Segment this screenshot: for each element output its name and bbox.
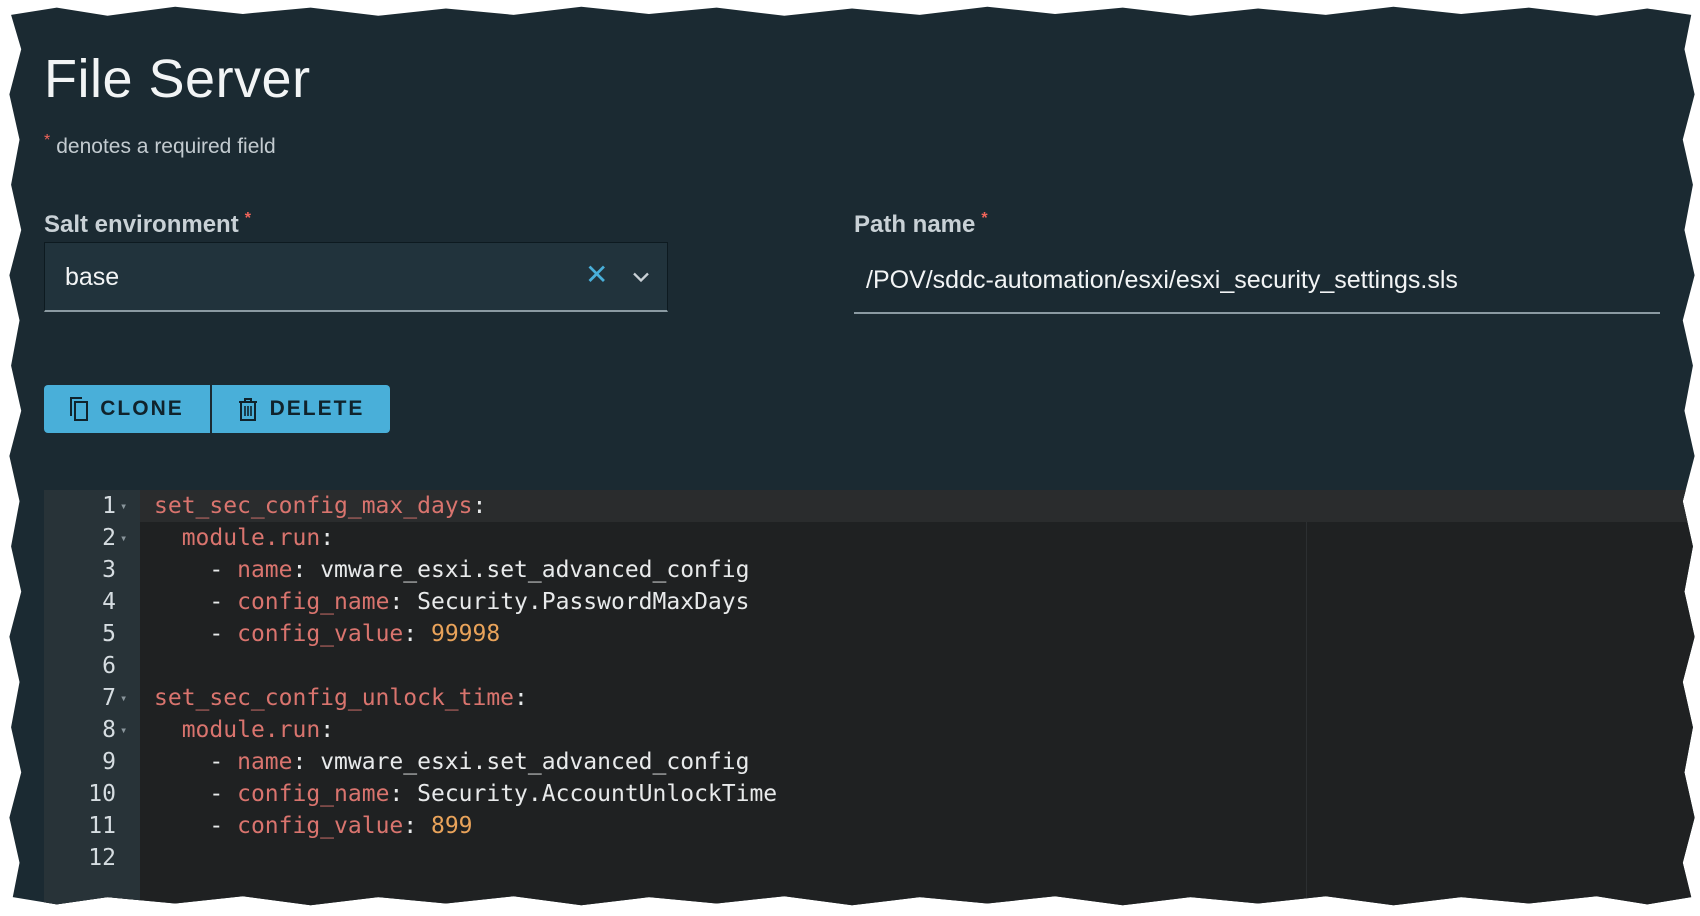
line-number: 1 (102, 493, 116, 519)
line-number: 2 (102, 525, 116, 551)
code-text: - config_name: Security.AccountUnlockTim… (154, 778, 777, 810)
code-token: : (292, 749, 321, 775)
code-token: module.run (181, 717, 321, 743)
close-icon[interactable]: ✕ (585, 261, 608, 289)
code-text: - name: vmware_esxi.set_advanced_config (154, 554, 749, 586)
delete-button-label: DELETE (269, 397, 365, 420)
code-token: - (209, 813, 238, 839)
code-token: config_name (237, 589, 390, 615)
path-name-label: Path name * (854, 210, 988, 239)
code-token: name (237, 557, 293, 583)
code-token: config_value (237, 813, 404, 839)
required-field-note: * denotes a required field (44, 132, 276, 159)
required-marker: * (44, 132, 51, 149)
path-name-value: /POV/sddc-automation/esxi/esxi_security_… (866, 266, 1458, 294)
file-server-panel: File Server * denotes a required field Sa… (9, 6, 1695, 906)
clone-button-label: CLONE (100, 397, 184, 420)
code-token: : (320, 525, 335, 551)
line-number: 4 (102, 589, 116, 615)
line-number: 6 (102, 653, 116, 679)
code-token: : (389, 589, 418, 615)
code-token: : (514, 685, 528, 711)
code-text: module.run: (154, 714, 334, 746)
line-number: 7 (102, 685, 116, 711)
line-number: 8 (102, 717, 116, 743)
code-token: : (292, 557, 321, 583)
clone-button[interactable]: CLONE (44, 385, 212, 433)
page-title: File Server (44, 49, 311, 109)
line-number: 12 (88, 845, 116, 871)
chevron-down-icon[interactable] (627, 263, 655, 291)
code-token: - (209, 749, 238, 775)
line-number: 11 (88, 813, 116, 839)
code-text: set_sec_config_unlock_time: (154, 682, 528, 714)
code-token: : (403, 813, 431, 839)
code-token: Security.PasswordMaxDays (417, 589, 750, 615)
code-token: : (472, 493, 487, 519)
fold-toggle-icon[interactable]: ▾ (120, 522, 127, 554)
line-number: 9 (102, 749, 116, 775)
code-token: - (209, 557, 238, 583)
required-marker: * (981, 210, 988, 227)
code-token: name (237, 749, 293, 775)
code-token: vmware_esxi.set_advanced_config (320, 749, 750, 775)
fold-toggle-icon[interactable]: ▾ (120, 490, 127, 522)
code-token: - (209, 589, 238, 615)
code-token: set_sec_config_unlock_time (154, 685, 515, 711)
code-token: : (389, 781, 418, 807)
salt-environment-label-text: Salt environment (44, 211, 239, 238)
code-token: set_sec_config_max_days (154, 493, 473, 519)
code-token: config_value (237, 621, 404, 647)
code-text: - name: vmware_esxi.set_advanced_config (154, 746, 749, 778)
code-text: - config_value: 99998 (154, 618, 500, 650)
path-name-label-text: Path name (854, 211, 976, 238)
code-token: 99998 (430, 621, 501, 647)
code-token: vmware_esxi.set_advanced_config (320, 557, 750, 583)
code-text: module.run: (154, 522, 334, 554)
salt-environment-value: base (65, 263, 120, 291)
action-button-group: CLONE DELETE (44, 385, 390, 433)
line-number: 10 (88, 781, 116, 807)
code-token: - (209, 621, 238, 647)
fold-toggle-icon[interactable]: ▾ (120, 714, 127, 746)
salt-environment-select[interactable]: base ✕ (44, 242, 668, 312)
code-text: - config_value: 899 (154, 810, 473, 842)
fold-toggle-icon[interactable]: ▾ (120, 682, 127, 714)
code-token: config_name (237, 781, 390, 807)
code-token: module.run (181, 525, 321, 551)
delete-button[interactable]: DELETE (212, 385, 390, 433)
line-number: 3 (102, 557, 116, 583)
required-note-text: denotes a required field (56, 135, 276, 158)
code-token: 899 (430, 813, 473, 839)
code-token: : (403, 621, 431, 647)
code-text: - config_name: Security.PasswordMaxDays (154, 586, 749, 618)
code-text: set_sec_config_max_days: (154, 490, 486, 522)
code-editor[interactable]: 1 ▾ set_sec_config_max_days: 2 ▾ module.run:… (44, 490, 1695, 906)
print-margin (1306, 522, 1307, 906)
path-name-input[interactable]: /POV/sddc-automation/esxi/esxi_security_… (854, 260, 1660, 314)
copy-icon (70, 397, 89, 421)
salt-environment-label: Salt environment * (44, 210, 251, 239)
line-number: 5 (102, 621, 116, 647)
required-marker: * (244, 210, 251, 227)
trash-icon (238, 398, 257, 421)
code-token: : (320, 717, 335, 743)
code-token: - (209, 781, 238, 807)
code-token: Security.AccountUnlockTime (417, 781, 778, 807)
